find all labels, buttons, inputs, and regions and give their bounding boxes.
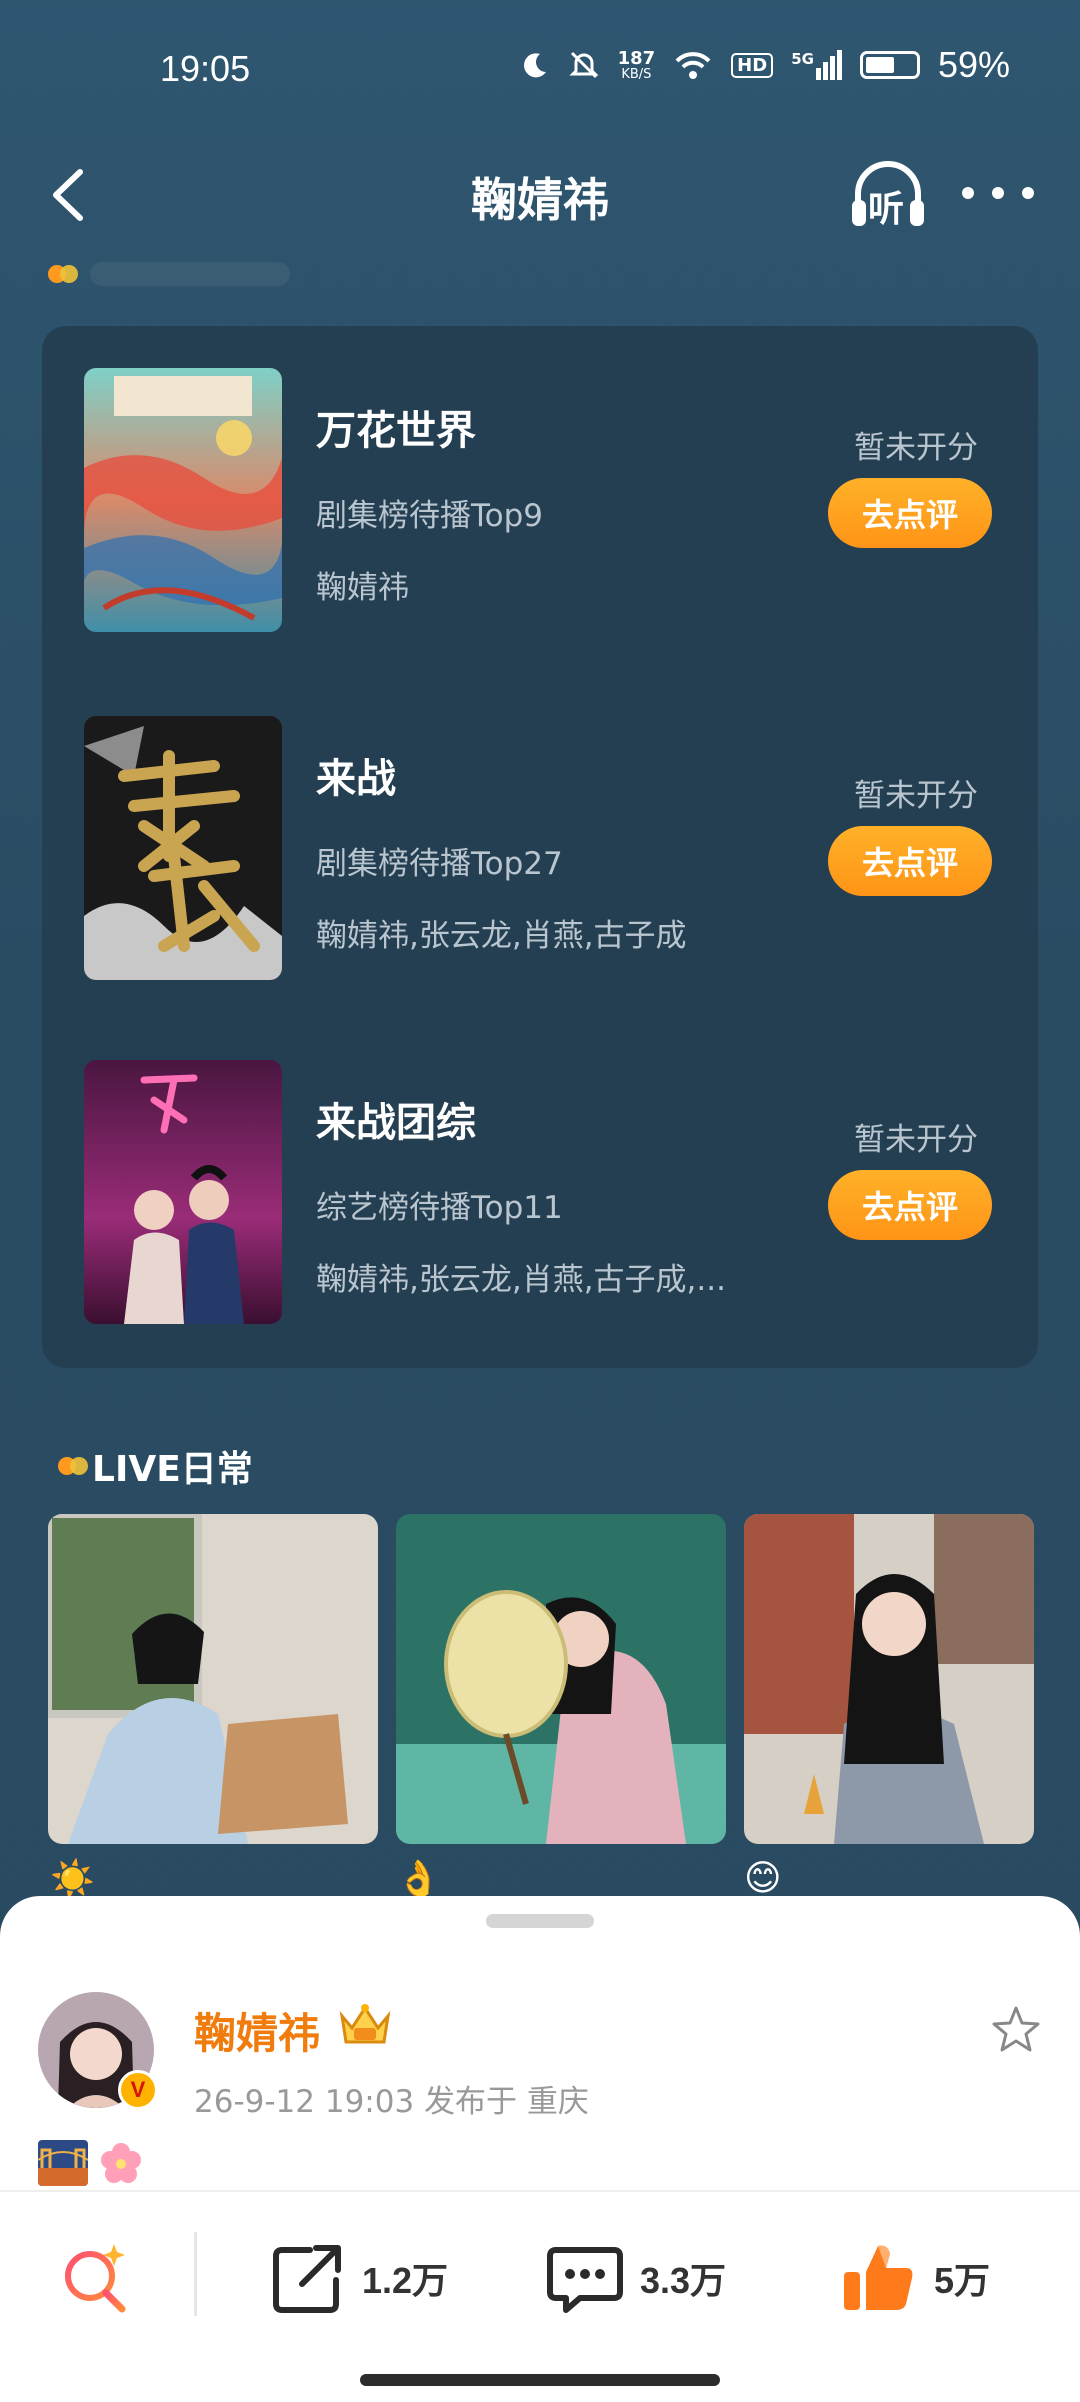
faded-section-header bbox=[48, 262, 290, 286]
crown-badge-icon bbox=[339, 2004, 391, 2044]
post-content-preview bbox=[38, 2140, 146, 2186]
net-speed-unit: KB/S bbox=[621, 66, 652, 82]
blossom-icon bbox=[101, 2143, 141, 2183]
smile-emoji: 😊 bbox=[744, 1858, 782, 1899]
net-speed: 187 KB/S bbox=[617, 47, 656, 82]
drama-poster[interactable] bbox=[84, 716, 282, 980]
live-section-title: LIVE日常 bbox=[92, 1449, 253, 1490]
signal-label: 5G bbox=[791, 50, 814, 68]
share-count: 1.2万 bbox=[362, 2260, 449, 2301]
like-count: 5万 bbox=[934, 2260, 991, 2301]
live-photo[interactable] bbox=[48, 1514, 378, 1844]
share-icon bbox=[273, 2245, 341, 2313]
moon-icon bbox=[523, 53, 546, 78]
faded-header-placeholder bbox=[90, 262, 290, 286]
live-photo-image bbox=[48, 1514, 378, 1844]
drama-cast: 鞠婧祎,张云龙,肖燕,古子成 bbox=[316, 918, 687, 954]
live-photo[interactable] bbox=[396, 1514, 726, 1844]
author-name[interactable]: 鞠婧祎 bbox=[194, 2000, 320, 2061]
home-indicator[interactable] bbox=[360, 2374, 720, 2386]
hd-icon: HD bbox=[731, 52, 774, 78]
battery-percent: 59% bbox=[937, 44, 1010, 85]
drama-list-card: 万花世界 剧集榜待播Top9 鞠婧祎 暂未开分 去点评 来战 剧集榜待播Top2… bbox=[42, 326, 1038, 1368]
drama-cast: 鞠婧祎 bbox=[316, 570, 409, 606]
more-button[interactable] bbox=[962, 178, 1034, 208]
post-meta: 26-9-12 19:03 发布于 重庆 bbox=[194, 2084, 589, 2120]
live-photo[interactable] bbox=[744, 1514, 1034, 1844]
live-section-header: LIVE日常 bbox=[58, 1440, 253, 1492]
verified-badge-icon: V bbox=[118, 2070, 158, 2110]
signal-5g-icon: 5G bbox=[791, 50, 842, 80]
status-time: 19:05 bbox=[160, 48, 251, 89]
drama-title: 万花世界 bbox=[316, 408, 476, 454]
drama-score-status: 暂未开分 bbox=[854, 1122, 978, 1158]
drama-score-status: 暂未开分 bbox=[854, 778, 978, 814]
more-dot bbox=[1022, 187, 1034, 199]
ok-hand-emoji: 👌 bbox=[396, 1859, 441, 1900]
status-bar: 19:05 187 KB/S HD 5G 59% bbox=[0, 0, 1080, 140]
drama-poster[interactable] bbox=[84, 368, 282, 632]
favorite-button[interactable] bbox=[988, 2002, 1044, 2058]
bridge-image-icon bbox=[38, 2140, 88, 2186]
listen-button[interactable]: 听 bbox=[848, 156, 928, 236]
listen-label: 听 bbox=[868, 189, 905, 230]
action-divider bbox=[194, 2232, 197, 2316]
action-bar: 1.2万 3.3万 5万 bbox=[0, 2190, 1080, 2402]
drama-item[interactable]: 来战团综 综艺榜待播Top11 鞠婧祎,张云龙,肖燕,古子成,... 暂未开分 … bbox=[84, 1060, 1014, 1324]
drama-rank: 剧集榜待播Top9 bbox=[316, 498, 544, 534]
more-dot bbox=[992, 187, 1004, 199]
search-sparkle-icon bbox=[65, 2244, 126, 2313]
battery-icon bbox=[859, 51, 920, 79]
thumbs-up-icon bbox=[844, 2245, 913, 2310]
drama-title: 来战 bbox=[316, 756, 396, 802]
review-button[interactable]: 去点评 bbox=[828, 826, 992, 896]
sheet-drag-handle[interactable] bbox=[486, 1914, 594, 1928]
comment-button[interactable]: 3.3万 bbox=[546, 2238, 726, 2318]
section-dot-icon bbox=[58, 1457, 88, 1475]
star-icon bbox=[992, 2006, 1040, 2052]
comment-count: 3.3万 bbox=[640, 2260, 727, 2301]
drama-score-status: 暂未开分 bbox=[854, 430, 978, 466]
section-dot-icon bbox=[48, 265, 78, 283]
live-photo-image bbox=[744, 1514, 1034, 1844]
share-button[interactable]: 1.2万 bbox=[270, 2238, 448, 2318]
nav-bar: 鞠婧祎 听 bbox=[0, 140, 1080, 250]
drama-rank: 剧集榜待播Top27 bbox=[316, 846, 563, 882]
status-icons: 187 KB/S HD 5G 59% bbox=[520, 44, 1010, 86]
poster-image bbox=[84, 368, 282, 632]
sun-emoji: ☀️ bbox=[50, 1859, 95, 1900]
review-button[interactable]: 去点评 bbox=[828, 478, 992, 548]
search-button[interactable] bbox=[56, 2238, 136, 2318]
poster-image bbox=[84, 1060, 282, 1324]
wifi-icon bbox=[675, 52, 711, 79]
battery-fill bbox=[865, 57, 895, 73]
mute-bell-icon bbox=[568, 51, 599, 79]
drama-item[interactable]: 来战 剧集榜待播Top27 鞠婧祎,张云龙,肖燕,古子成 暂未开分 去点评 bbox=[84, 716, 1014, 980]
drama-poster[interactable] bbox=[84, 1060, 282, 1324]
drama-item[interactable]: 万花世界 剧集榜待播Top9 鞠婧祎 暂未开分 去点评 bbox=[84, 368, 1014, 632]
review-button[interactable]: 去点评 bbox=[828, 1170, 992, 1240]
live-photo-image bbox=[396, 1514, 726, 1844]
hd-label: HD bbox=[737, 54, 768, 76]
net-speed-value: 187 bbox=[617, 47, 656, 69]
poster-image bbox=[84, 716, 282, 980]
like-button[interactable]: 5万 bbox=[838, 2238, 990, 2318]
more-dot bbox=[962, 187, 974, 199]
drama-title: 来战团综 bbox=[316, 1100, 476, 1146]
drama-rank: 综艺榜待播Top11 bbox=[316, 1190, 563, 1226]
drama-cast: 鞠婧祎,张云龙,肖燕,古子成,... bbox=[316, 1262, 726, 1298]
comment-icon bbox=[547, 2247, 623, 2313]
